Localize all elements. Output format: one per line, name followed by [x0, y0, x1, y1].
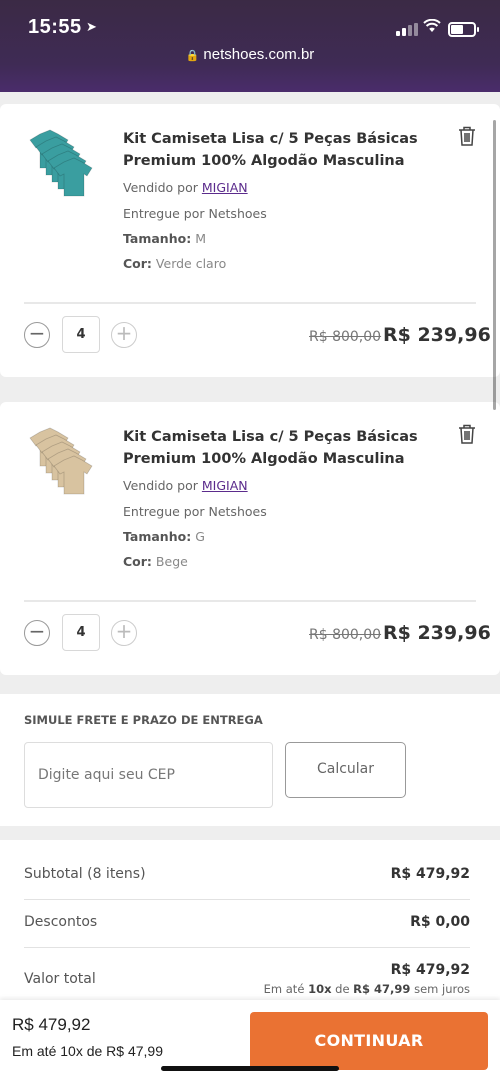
total-value: R$ 479,92	[390, 962, 470, 978]
cep-input[interactable]: Digite aqui seu CEP	[24, 742, 273, 808]
increase-quantity-button[interactable]: +	[111, 620, 137, 646]
bottom-installments: Em até 10x de R$ 47,99	[12, 1043, 163, 1059]
color-line: Cor: Verde claro	[123, 256, 227, 271]
total-label: Valor total	[24, 971, 96, 987]
battery-icon	[448, 22, 479, 37]
seller-line: Vendido por MIGIAN	[123, 180, 248, 195]
size-line: Tamanho: M	[123, 231, 206, 246]
status-bar: 15:55 ➤ 🔒 netshoes.com.br	[0, 0, 500, 92]
trash-icon[interactable]	[458, 424, 476, 444]
price: R$ 239,96	[383, 622, 491, 644]
divider	[24, 947, 470, 948]
subtotal-label: Subtotal (8 itens)	[24, 866, 146, 882]
divider	[24, 600, 476, 602]
cellular-signal-icon	[396, 23, 418, 36]
shipping-label: SIMULE FRETE E PRAZO DE ENTREGA	[24, 713, 263, 727]
cart-item: Kit Camiseta Lisa c/ 5 Peças Básicas Pre…	[0, 104, 500, 377]
lock-icon: 🔒	[185, 50, 200, 62]
scrollbar[interactable]	[493, 120, 496, 410]
product-title[interactable]: Kit Camiseta Lisa c/ 5 Peças Básicas Pre…	[123, 128, 423, 172]
shipping-simulator: SIMULE FRETE E PRAZO DE ENTREGA Digite a…	[0, 694, 500, 826]
divider	[24, 899, 470, 900]
delivered-by: Entregue por Netshoes	[123, 504, 267, 519]
wifi-icon	[423, 18, 441, 37]
size-line: Tamanho: G	[123, 529, 205, 544]
subtotal-value: R$ 479,92	[390, 866, 470, 882]
divider	[24, 302, 476, 304]
product-image[interactable]	[26, 426, 106, 510]
old-price: R$ 800,00	[309, 329, 382, 345]
calculate-button[interactable]: Calcular	[285, 742, 406, 798]
decrease-quantity-button[interactable]: −	[24, 322, 50, 348]
continue-button[interactable]: CONTINUAR	[250, 1012, 488, 1070]
seller-line: Vendido por MIGIAN	[123, 478, 248, 493]
increase-quantity-button[interactable]: +	[111, 322, 137, 348]
color-line: Cor: Bege	[123, 554, 188, 569]
trash-icon[interactable]	[458, 126, 476, 146]
quantity-input[interactable]: 4	[62, 316, 100, 353]
order-summary: Subtotal (8 itens) R$ 479,92 Descontos R…	[0, 840, 500, 1010]
seller-link[interactable]: MIGIAN	[202, 478, 248, 493]
product-image[interactable]	[26, 128, 106, 212]
old-price: R$ 800,00	[309, 627, 382, 643]
discount-label: Descontos	[24, 914, 98, 930]
product-title[interactable]: Kit Camiseta Lisa c/ 5 Peças Básicas Pre…	[123, 426, 423, 470]
location-arrow-icon: ➤	[86, 20, 97, 35]
status-time: 15:55	[28, 16, 82, 38]
cart-item: Kit Camiseta Lisa c/ 5 Peças Básicas Pre…	[0, 402, 500, 675]
installments-info: Em até 10x de R$ 47,99 sem juros	[263, 982, 470, 996]
discount-value: R$ 0,00	[410, 914, 470, 930]
delivered-by: Entregue por Netshoes	[123, 206, 267, 221]
url-text: netshoes.com.br	[203, 46, 315, 63]
address-bar[interactable]: 🔒 netshoes.com.br	[0, 46, 500, 63]
seller-link[interactable]: MIGIAN	[202, 180, 248, 195]
home-indicator	[161, 1066, 339, 1071]
price: R$ 239,96	[383, 324, 491, 346]
decrease-quantity-button[interactable]: −	[24, 620, 50, 646]
bottom-total: R$ 479,92	[12, 1015, 91, 1034]
quantity-input[interactable]: 4	[62, 614, 100, 651]
